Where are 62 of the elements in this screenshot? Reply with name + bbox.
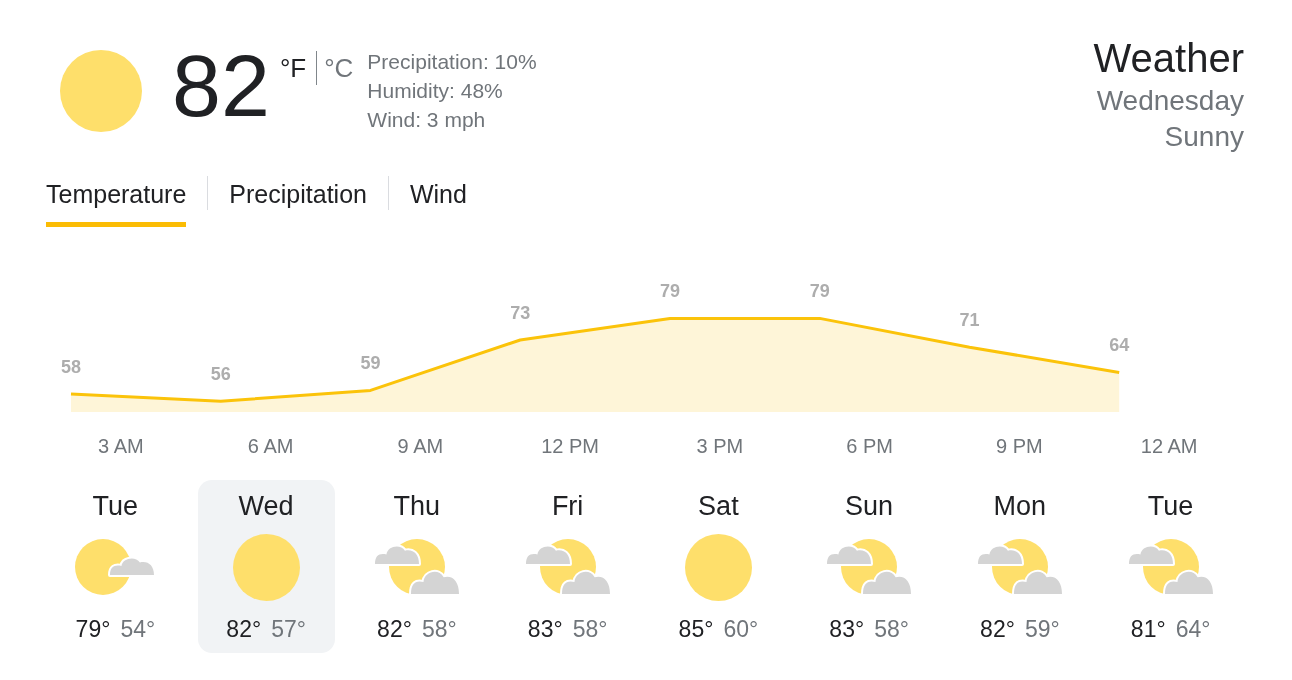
temperature-label: 64	[1109, 335, 1130, 356]
time-label: 12 PM	[541, 434, 600, 458]
sun-with-clouds-icon	[1128, 539, 1213, 595]
temperature-label: 71	[959, 310, 980, 331]
sun-icon	[684, 533, 752, 601]
day-label: Tue	[92, 490, 139, 522]
temperature-label: 73	[510, 303, 531, 323]
unit-toggle[interactable]: °F	[279, 51, 307, 85]
high-temperature: 82°	[226, 615, 262, 643]
condition-text: Sunny	[1164, 120, 1244, 154]
low-temperature: 64°	[1175, 615, 1211, 643]
time-label: 6 PM	[846, 434, 893, 458]
weather-detail: Precipitation: 10%	[367, 49, 537, 75]
time-label: 12 AM	[1140, 434, 1198, 458]
weather-detail: Humidity: 48%	[367, 78, 504, 104]
low-temperature: 60°	[723, 615, 759, 643]
high-temperature: 83°	[829, 615, 865, 643]
sun-with-clouds-icon	[827, 539, 912, 595]
tab[interactable]: Temperature	[46, 176, 187, 227]
low-temperature: 57°	[271, 615, 306, 643]
weather-detail: Wind: 3 mph	[367, 107, 487, 133]
sun-icon	[60, 50, 142, 132]
low-temperature: 58°	[874, 615, 909, 643]
tab[interactable]: Wind	[409, 176, 467, 227]
sun-with-clouds-icon	[977, 539, 1062, 595]
temperature-label: 59	[360, 353, 381, 374]
temperature-label: 79	[660, 281, 680, 302]
high-temperature: 82°	[377, 615, 412, 643]
time-label: 3 AM	[98, 434, 144, 458]
day-label: Thu	[393, 490, 441, 522]
day-name: Wednesday	[1096, 84, 1244, 118]
high-temperature: 79°	[75, 615, 111, 643]
temperature-label: 58	[61, 357, 81, 377]
sun-icon	[232, 533, 300, 601]
time-label: 3 PM	[696, 434, 744, 458]
current-temperature: 82	[172, 42, 270, 130]
day-label: Wed	[238, 490, 294, 522]
day-label: Tue	[1147, 490, 1194, 522]
day-label: Fri	[551, 490, 584, 522]
temperature-label: 56	[210, 364, 231, 385]
low-temperature: 59°	[1024, 615, 1060, 643]
high-temperature: 82°	[980, 615, 1015, 643]
high-temperature: 85°	[678, 615, 714, 643]
low-temperature: 58°	[572, 615, 608, 643]
widget-title: Weather	[1093, 40, 1244, 76]
high-temperature: 83°	[527, 615, 563, 643]
day-label: Sat	[698, 490, 739, 522]
low-temperature: 58°	[421, 615, 457, 643]
temperature-label: 79	[809, 281, 830, 302]
sun-with-clouds-icon	[525, 539, 610, 595]
day-label: Sun	[845, 490, 894, 522]
day-forecast[interactable]: Wed 82° 57°	[197, 480, 335, 653]
day-label: Mon	[993, 490, 1047, 522]
sun-behind-cloud-icon	[75, 539, 156, 595]
tab[interactable]: Precipitation	[229, 176, 367, 227]
time-label: 6 AM	[247, 434, 294, 458]
time-label: 9 AM	[397, 434, 444, 458]
time-label: 9 PM	[996, 434, 1043, 458]
sun-with-clouds-icon	[374, 539, 459, 595]
low-temperature: 54°	[120, 615, 156, 643]
high-temperature: 81°	[1130, 615, 1166, 643]
unit-toggle[interactable]: °C	[324, 51, 354, 85]
